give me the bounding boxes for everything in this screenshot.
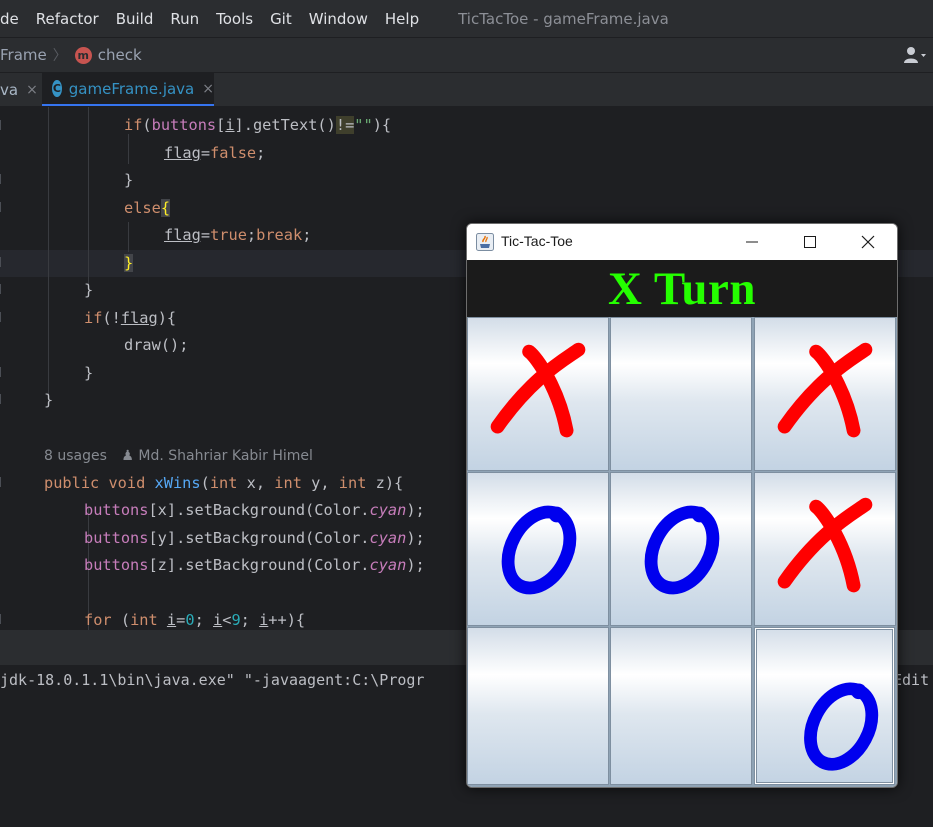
window-title-bar[interactable]: Tic-Tac-Toe (467, 224, 897, 260)
close-icon (861, 235, 875, 249)
menu-help[interactable]: Help (385, 10, 428, 28)
fold-marker-icon[interactable] (0, 312, 5, 322)
cell-mark (611, 628, 751, 784)
turn-header: X Turn (467, 260, 897, 317)
fold-marker-icon[interactable] (0, 394, 5, 404)
code-line: if(buttons[i].getText()!=""){ (124, 116, 392, 134)
board-cell-7[interactable] (467, 627, 609, 785)
o-mark-stroke (644, 505, 720, 595)
console-output-line: jdk-18.0.1.1\bin\java.exe" "-javaagent:C… (0, 671, 425, 689)
window-title: Tic-Tac-Toe (501, 233, 573, 249)
code-line: } (84, 281, 94, 299)
menu-git[interactable]: Git (270, 10, 301, 28)
cell-mark (501, 505, 577, 595)
game-board (467, 317, 897, 787)
indent-guide (48, 107, 49, 399)
breadcrumb-separator-icon: 〉 (52, 48, 67, 64)
author-icon: ♟ (121, 448, 134, 464)
indent-guide (128, 222, 129, 252)
usages-count[interactable]: 8 usages (44, 448, 107, 464)
indent-guide (88, 107, 89, 287)
fold-marker-icon[interactable] (0, 202, 5, 212)
fold-marker-icon[interactable] (0, 614, 5, 624)
code-line: if(!flag){ (84, 309, 177, 327)
close-icon[interactable]: × (26, 82, 38, 98)
method-icon: m (74, 46, 92, 64)
menu-run[interactable]: Run (170, 10, 208, 28)
tab-previous-file[interactable]: va × (0, 73, 40, 106)
java-icon (476, 233, 494, 251)
board-cell-1[interactable] (467, 317, 609, 471)
board-cell-5[interactable] (610, 472, 752, 626)
code-line: buttons[z].setBackground(Color.cyan); (84, 556, 425, 574)
close-button[interactable] (839, 224, 897, 260)
board-cell-6[interactable] (754, 472, 896, 626)
code-line: public void xWins(int x, int y, int z){ (44, 474, 404, 492)
code-line: } (84, 364, 94, 382)
board-cell-4[interactable] (467, 472, 609, 626)
cell-mark (804, 682, 879, 771)
breadcrumb-class[interactable]: Frame (0, 46, 47, 64)
maximize-button[interactable] (781, 224, 839, 260)
class-icon: C (52, 80, 62, 97)
code-line: } (124, 254, 134, 272)
ide-window-title: TicTacToe - gameFrame.java (458, 9, 669, 28)
code-vision-hint[interactable]: 8 usages ♟ Md. Shahriar Kabir Himel (44, 445, 313, 467)
menu-window[interactable]: Window (309, 10, 377, 28)
editor-tab-bar: va × C gameFrame.java × (0, 73, 933, 107)
o-mark-stroke (804, 682, 879, 771)
tic-tac-toe-window: Tic-Tac-Toe X Turn (466, 223, 898, 788)
fold-marker-icon[interactable] (0, 367, 5, 377)
cell-mark (777, 342, 873, 438)
breadcrumb: Frame 〉 m check (0, 38, 933, 73)
cell-mark (611, 318, 751, 470)
cell-mark (490, 342, 586, 438)
fold-marker-icon[interactable] (0, 477, 5, 487)
code-line: buttons[x].setBackground(Color.cyan); (84, 501, 425, 519)
board-cell-2[interactable] (610, 317, 752, 471)
turn-label: X Turn (607, 262, 757, 315)
o-mark-stroke (548, 506, 565, 523)
breadcrumb-method[interactable]: check (98, 46, 142, 64)
user-icon[interactable] (903, 46, 927, 64)
close-icon[interactable]: × (202, 81, 214, 97)
menu-code[interactable]: de (0, 10, 28, 28)
console-edit-text: Edit (893, 671, 930, 689)
tab-gameframe-java[interactable]: C gameFrame.java × (42, 73, 214, 106)
menu-build[interactable]: Build (116, 10, 163, 28)
code-line: else{ (124, 199, 171, 217)
cell-mark (468, 628, 608, 784)
code-line: } (44, 391, 54, 409)
maximize-icon (804, 236, 816, 248)
fold-marker-icon[interactable] (0, 284, 5, 294)
code-line: buttons[y].setBackground(Color.cyan); (84, 529, 425, 547)
o-mark-stroke (501, 505, 577, 595)
menu-bar: de Refactor Build Run Tools Git Window H… (0, 0, 933, 38)
board-cell-9[interactable] (754, 627, 895, 785)
code-line: flag=true;break; (164, 226, 312, 244)
code-line: draw(); (124, 336, 189, 354)
menu-tools[interactable]: Tools (216, 10, 262, 28)
o-mark-stroke (691, 506, 708, 523)
minimize-button[interactable] (723, 224, 781, 260)
tab-label: va (0, 80, 19, 99)
tab-label: gameFrame.java (68, 79, 195, 98)
minimize-icon (746, 241, 758, 243)
code-line: flag=false; (164, 144, 266, 162)
o-mark-stroke (850, 683, 867, 700)
cell-mark (777, 497, 873, 593)
board-cell-3[interactable] (754, 317, 896, 471)
fold-marker-icon[interactable] (0, 120, 5, 130)
cell-mark (644, 505, 720, 595)
code-line: } (124, 171, 134, 189)
author-name[interactable]: Md. Shahriar Kabir Himel (138, 448, 313, 464)
fold-marker-icon[interactable] (0, 257, 5, 267)
fold-marker-icon[interactable] (0, 174, 5, 184)
menu-refactor[interactable]: Refactor (36, 10, 108, 28)
board-cell-8[interactable] (610, 627, 752, 785)
